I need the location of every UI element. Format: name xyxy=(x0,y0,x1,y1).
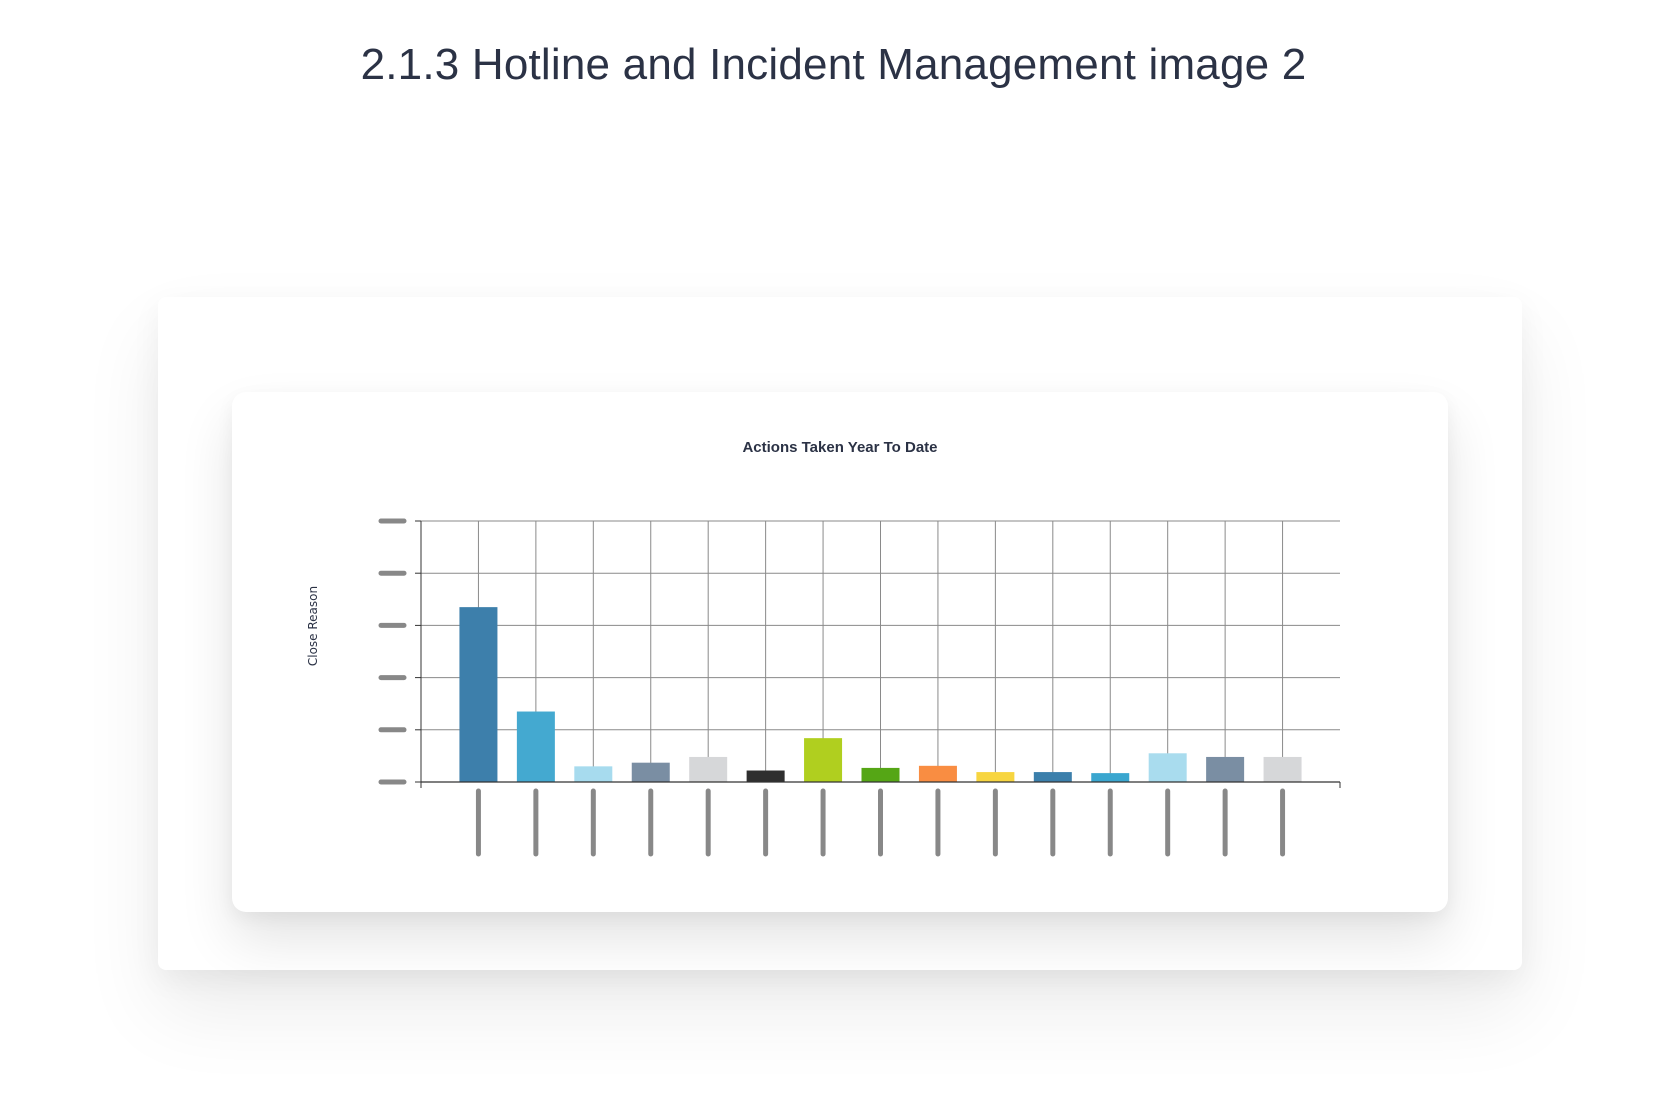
bar xyxy=(1206,756,1245,782)
bar xyxy=(689,756,728,782)
bar xyxy=(976,772,1015,782)
bar xyxy=(746,770,785,782)
bar xyxy=(861,767,900,782)
chart-card: Actions Taken Year To Date Close Reason xyxy=(232,392,1448,912)
bar xyxy=(631,762,670,782)
page-title: 2.1.3 Hotline and Incident Management im… xyxy=(360,40,1307,89)
bar xyxy=(1091,773,1130,782)
bar xyxy=(1033,772,1072,782)
bar xyxy=(1148,753,1187,782)
tick-labels xyxy=(378,518,1286,857)
y-axis-label: Close Reason xyxy=(306,586,320,666)
bar xyxy=(918,765,957,782)
bar xyxy=(1263,756,1302,782)
bar-chart: Actions Taken Year To Date Close Reason xyxy=(306,439,1341,857)
bar xyxy=(804,738,843,782)
bar xyxy=(459,607,498,782)
bar xyxy=(516,711,555,782)
chart-title: Actions Taken Year To Date xyxy=(742,439,937,456)
grid xyxy=(421,520,1340,782)
bar xyxy=(574,766,613,782)
